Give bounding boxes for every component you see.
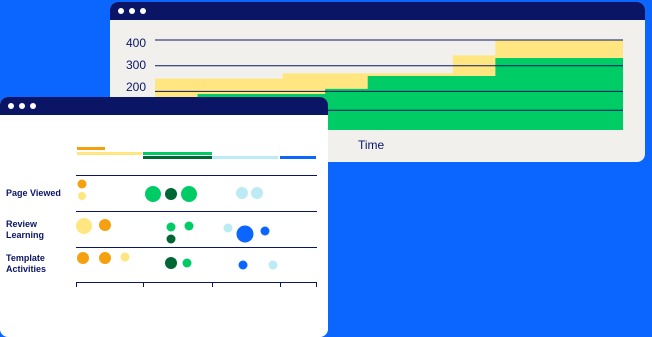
dot xyxy=(268,260,278,270)
dot xyxy=(77,179,87,189)
dot xyxy=(99,252,111,264)
dot xyxy=(223,223,233,233)
dot xyxy=(166,234,176,244)
dot xyxy=(260,226,270,236)
dot xyxy=(76,218,92,234)
dot xyxy=(166,222,176,232)
x-axis-label: Time xyxy=(358,138,385,152)
dot xyxy=(181,186,197,202)
dot xyxy=(236,225,254,243)
dot xyxy=(78,192,86,200)
dot xyxy=(120,252,130,262)
activity-dotplot-window: Page Viewed Review Learning Template Act… xyxy=(0,97,328,337)
dot xyxy=(77,252,89,264)
dot xyxy=(182,258,192,268)
dot xyxy=(145,186,161,202)
dot xyxy=(165,188,177,200)
dot xyxy=(184,221,194,231)
dot xyxy=(251,187,263,199)
dot xyxy=(236,187,248,199)
dot xyxy=(165,257,177,269)
dot xyxy=(238,260,248,270)
dot xyxy=(99,219,111,231)
dot-plot xyxy=(76,179,278,270)
